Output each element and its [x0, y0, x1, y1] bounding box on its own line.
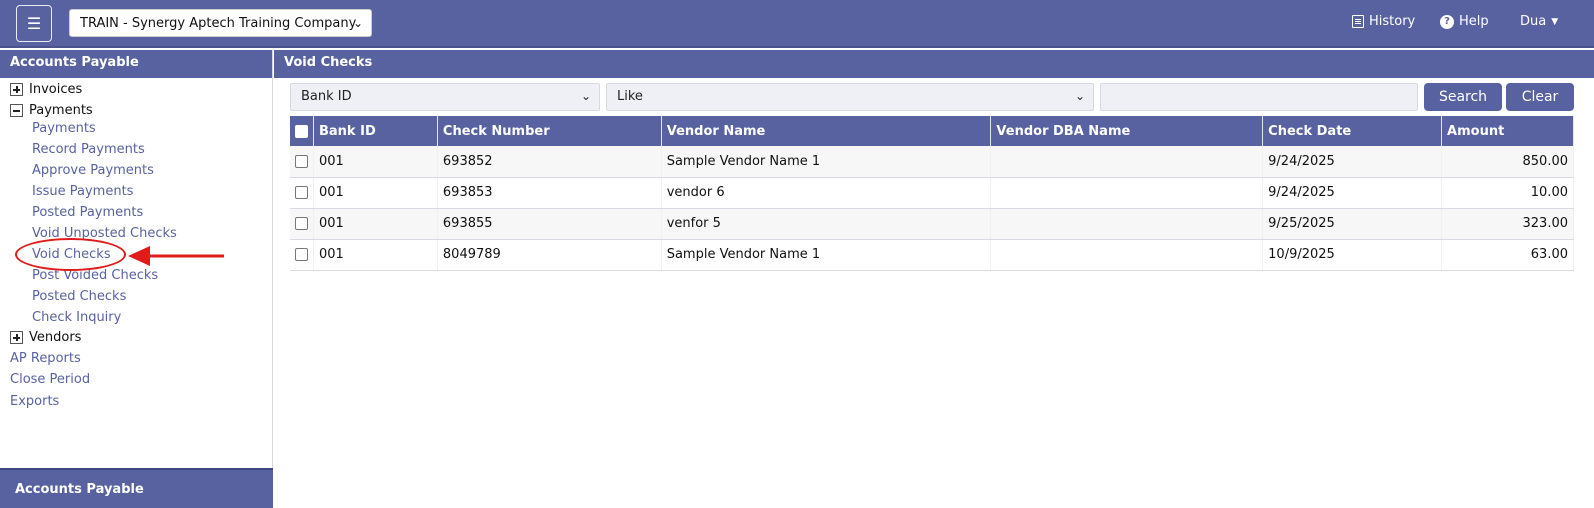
vendor-dba-cell: [990, 177, 1264, 209]
column-header-vendor-name[interactable]: Vendor Name: [661, 116, 992, 146]
company-select-value: TRAIN - Synergy Aptech Training Company: [80, 15, 357, 31]
sidebar-link-approve-payments[interactable]: Approve Payments: [32, 163, 154, 178]
chevron-down-icon: ⌄: [1074, 89, 1085, 103]
main-panel: Void Checks Bank ID ⌄ Like ⌄ Search Clea…: [274, 50, 1594, 508]
column-header-amount[interactable]: Amount: [1441, 116, 1574, 146]
bank-id-cell: 001: [313, 177, 438, 209]
amount-cell: 850.00: [1441, 146, 1574, 178]
select-all-cell: [290, 116, 314, 146]
filter-field-value: Bank ID: [301, 89, 352, 104]
check-date-cell: 9/24/2025: [1262, 177, 1443, 209]
collapse-icon[interactable]: [10, 104, 23, 117]
column-header-vendor-dba-name[interactable]: Vendor DBA Name: [990, 116, 1264, 146]
select-all-checkbox[interactable]: [295, 124, 308, 138]
sidebar-item-payments[interactable]: Payments: [10, 100, 93, 121]
sidebar-link-exports[interactable]: Exports: [10, 394, 59, 409]
table-row[interactable]: 001 693853 vendor 6 9/24/2025 10.00: [290, 177, 1574, 209]
table-row[interactable]: 001 693852 Sample Vendor Name 1 9/24/202…: [290, 146, 1574, 178]
sidebar-item-label: Vendors: [29, 330, 82, 345]
check-date-cell: 9/24/2025: [1262, 146, 1443, 178]
filter-value-input[interactable]: [1100, 83, 1418, 111]
sidebar-link-post-voided-checks[interactable]: Post Voided Checks: [32, 268, 158, 283]
page-title: Void Checks: [274, 50, 1594, 78]
sidebar-link-posted-checks[interactable]: Posted Checks: [32, 289, 126, 304]
check-date-cell: 10/9/2025: [1262, 239, 1443, 271]
sidebar-link-posted-payments[interactable]: Posted Payments: [32, 205, 143, 220]
column-header-check-number[interactable]: Check Number: [437, 116, 662, 146]
vendor-name-cell: Sample Vendor Name 1: [661, 146, 992, 178]
user-label: Dua: [1520, 14, 1547, 29]
vendor-name-cell: vendor 6: [661, 177, 992, 209]
company-select[interactable]: TRAIN - Synergy Aptech Training Company …: [69, 9, 372, 37]
row-checkbox[interactable]: [295, 217, 308, 230]
check-number-cell: 693855: [437, 208, 662, 240]
history-icon: [1352, 15, 1364, 28]
check-number-cell: 8049789: [437, 239, 662, 271]
chevron-down-icon: ⌄: [580, 89, 591, 103]
check-date-cell: 9/25/2025: [1262, 208, 1443, 240]
expand-icon[interactable]: [10, 331, 23, 344]
sidebar-item-invoices[interactable]: Invoices: [10, 79, 82, 100]
vendor-dba-cell: [990, 146, 1264, 178]
help-link[interactable]: ? Help: [1440, 14, 1489, 29]
vendor-name-cell: venfor 5: [661, 208, 992, 240]
row-select-cell: [290, 177, 314, 209]
sidebar-link-ap-reports[interactable]: AP Reports: [10, 351, 81, 366]
check-number-cell: 693852: [437, 146, 662, 178]
vendor-name-cell: Sample Vendor Name 1: [661, 239, 992, 271]
table-header-row: Bank ID Check Number Vendor Name Vendor …: [290, 116, 1574, 146]
sidebar-item-vendors[interactable]: Vendors: [10, 327, 81, 348]
annotation-arrow-icon: [128, 246, 224, 266]
sidebar-link-payments[interactable]: Payments: [32, 121, 96, 136]
caret-down-icon: ▼: [1551, 16, 1559, 27]
check-number-cell: 693853: [437, 177, 662, 209]
sidebar-link-close-period[interactable]: Close Period: [10, 372, 90, 387]
user-menu[interactable]: Dua ▼: [1520, 14, 1558, 29]
checks-table: Bank ID Check Number Vendor Name Vendor …: [290, 116, 1574, 271]
sidebar: Accounts Payable Invoices Payments Payme…: [0, 50, 273, 508]
amount-cell: 10.00: [1441, 177, 1574, 209]
bank-id-cell: 001: [313, 208, 438, 240]
question-icon: ?: [1440, 14, 1454, 29]
sidebar-link-check-inquiry[interactable]: Check Inquiry: [32, 310, 121, 325]
amount-cell: 323.00: [1441, 208, 1574, 240]
amount-cell: 63.00: [1441, 239, 1574, 271]
search-button[interactable]: Search: [1424, 83, 1502, 111]
sidebar-link-issue-payments[interactable]: Issue Payments: [32, 184, 133, 199]
vendor-dba-cell: [990, 208, 1264, 240]
top-bar: ☰ TRAIN - Synergy Aptech Training Compan…: [0, 0, 1594, 48]
row-checkbox[interactable]: [295, 248, 308, 261]
expand-icon[interactable]: [10, 83, 23, 96]
vendor-dba-cell: [990, 239, 1264, 271]
history-label: History: [1369, 14, 1416, 29]
annotation-circle: [15, 238, 126, 271]
table-row[interactable]: 001 8049789 Sample Vendor Name 1 10/9/20…: [290, 239, 1574, 271]
hamburger-icon[interactable]: ☰: [16, 5, 52, 42]
history-link[interactable]: History: [1352, 14, 1415, 29]
chevron-down-icon: ⌄: [352, 16, 363, 30]
bank-id-cell: 001: [313, 239, 438, 271]
row-select-cell: [290, 146, 314, 178]
row-select-cell: [290, 239, 314, 271]
table-row[interactable]: 001 693855 venfor 5 9/25/2025 323.00: [290, 208, 1574, 240]
help-label: Help: [1459, 14, 1489, 29]
row-checkbox[interactable]: [295, 154, 308, 168]
sidebar-footer[interactable]: Accounts Payable: [0, 468, 273, 508]
sidebar-title: Accounts Payable: [0, 50, 272, 78]
filter-operator-select[interactable]: Like ⌄: [606, 83, 1094, 111]
row-select-cell: [290, 208, 314, 240]
filter-field-select[interactable]: Bank ID ⌄: [290, 83, 600, 111]
bank-id-cell: 001: [313, 146, 438, 178]
sidebar-item-label: Payments: [29, 103, 93, 118]
column-header-check-date[interactable]: Check Date: [1262, 116, 1443, 146]
sidebar-item-label: Invoices: [29, 82, 83, 97]
row-checkbox[interactable]: [295, 186, 308, 199]
clear-button[interactable]: Clear: [1506, 83, 1574, 111]
sidebar-link-record-payments[interactable]: Record Payments: [32, 142, 145, 157]
filter-operator-value: Like: [617, 89, 643, 104]
column-header-bank-id[interactable]: Bank ID: [313, 116, 438, 146]
